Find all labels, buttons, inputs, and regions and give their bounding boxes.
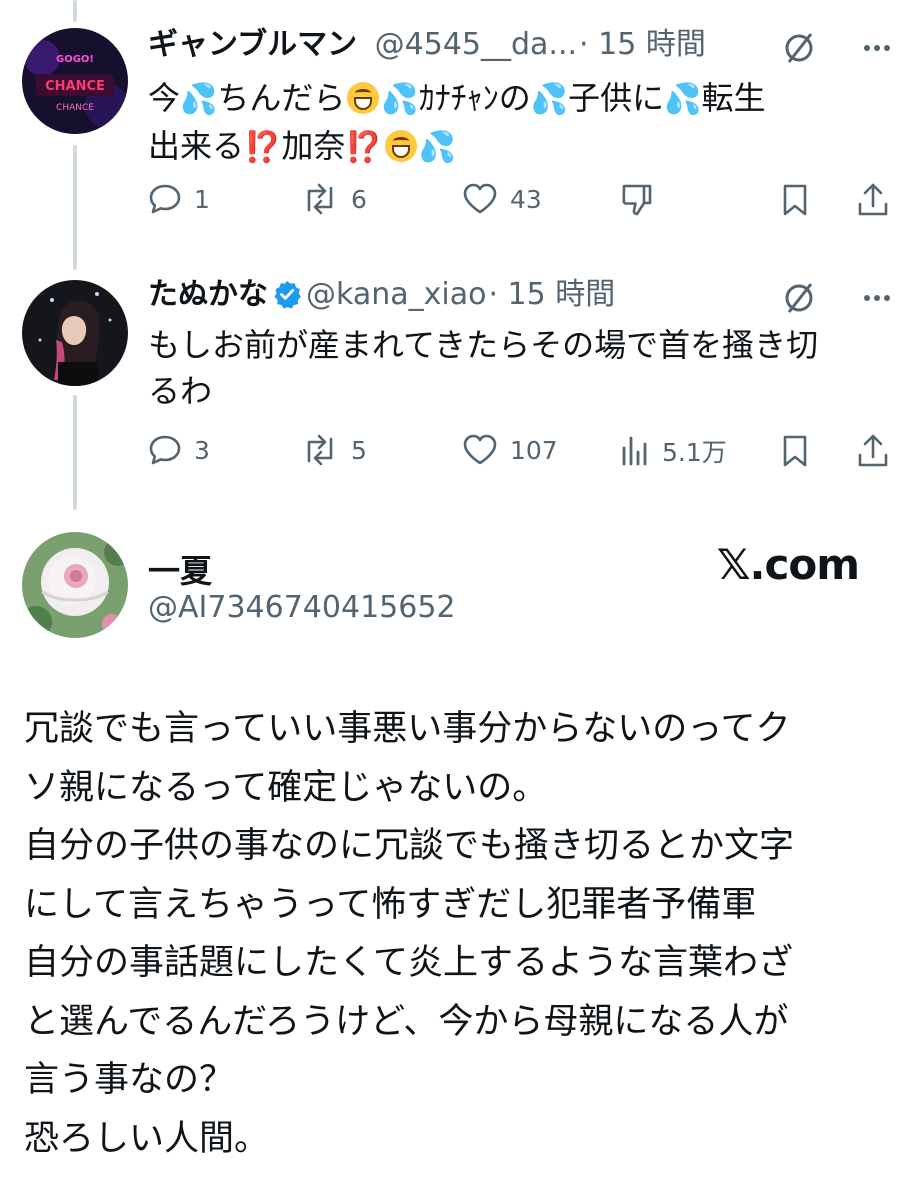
tweet-1[interactable]: GOGO! CHANCE CHANCE ギャンブルマン @4545__da...… [0, 0, 911, 250]
tweet-top-icons [781, 280, 891, 316]
avatar-text-2: CHANCE [45, 79, 105, 94]
share-button[interactable] [856, 182, 890, 218]
text-part: 今 [148, 79, 181, 117]
interrobang-emoji: ⁉️ [345, 130, 383, 165]
grok-icon[interactable] [781, 30, 817, 66]
user-handle[interactable]: @AI7346740415652 [148, 590, 456, 625]
avatar[interactable] [22, 280, 128, 386]
tweet-actions: 3 5 107 5.1万 [148, 433, 893, 477]
avatar-image [22, 532, 128, 638]
timestamp[interactable]: · 15 時間 [579, 27, 706, 62]
like-button[interactable]: 43 [462, 182, 542, 216]
display-name[interactable]: 一夏 [148, 546, 212, 592]
share-icon [858, 183, 888, 216]
tweet-text-line: もしお前が産まれてきたらその場で首を搔き切 [148, 326, 819, 364]
text-part: ちんだら [217, 79, 346, 117]
views-chart-icon [622, 436, 647, 466]
avatar[interactable]: GOGO! CHANCE CHANCE [22, 28, 128, 134]
text-part: 出来る [148, 127, 245, 165]
sweat-emoji: 💦 [664, 82, 702, 117]
like-count: 107 [510, 435, 558, 465]
grinning-sweat-emoji [384, 130, 417, 162]
like-button[interactable]: 107 [462, 433, 558, 467]
heart-icon [463, 434, 497, 465]
sweat-emoji: 💦 [418, 130, 457, 165]
sweat-emoji: 💦 [180, 82, 218, 117]
bookmark-button[interactable] [780, 182, 810, 218]
more-options-icon[interactable] [863, 43, 891, 53]
text-line: 自分の事話題にしたくて炎上するような言葉わざ [24, 943, 793, 983]
text-part: 転生 [701, 79, 766, 117]
downvote-button[interactable] [620, 182, 654, 218]
display-name[interactable]: たぬかな [148, 277, 268, 312]
like-count: 43 [510, 184, 542, 214]
reply-button[interactable]: 3 [148, 433, 210, 467]
text-line: 冗談でも言っていい事悪い事分からないのってク [24, 709, 791, 749]
sweat-emoji: 💦 [530, 82, 569, 117]
verified-badge-icon [274, 281, 301, 309]
text-line: 恐ろしい人間。 [24, 1118, 270, 1159]
bookmark-button[interactable] [780, 433, 810, 469]
text-line: 言う事なの？ [24, 1060, 235, 1100]
repost-button[interactable]: 6 [301, 182, 367, 216]
reply-icon [149, 435, 181, 465]
text-part: 子供に [568, 79, 665, 117]
timestamp[interactable]: · 15 時間 [488, 277, 615, 312]
text-part: 加奈 [281, 127, 346, 165]
repost-icon [307, 434, 333, 466]
avatar-text-3: CHANCE [56, 103, 94, 113]
repost-count: 6 [351, 184, 367, 214]
user-handle[interactable]: @kana_xiao [306, 277, 486, 312]
avatar[interactable] [22, 532, 128, 638]
tweet-text: もしお前が産まれてきたらその場で首を搔き切 るわ [148, 322, 878, 414]
bookmark-icon [783, 184, 807, 216]
sweat-emoji: 💦 [381, 82, 419, 117]
avatar-text-1: GOGO! [56, 54, 94, 65]
text-part: ｶﾅﾁｬﾝの [418, 79, 531, 117]
share-icon [858, 434, 888, 467]
quoted-post-text: 冗談でも言っていい事悪い事分からないのってク ソ親になるって確定じゃないの。 自… [24, 700, 884, 1168]
grok-icon[interactable] [781, 280, 817, 316]
tweet-text: 今💦ちんだら 💦ｶﾅﾁｬﾝの💦子供に💦転生 出来る⁉️加奈⁉️ 💦 [148, 75, 878, 171]
tweet-2[interactable]: たぬかな @kana_xiao· 15 時間 もしお前が産まれてきたらその場で首を… [0, 250, 911, 500]
views-button[interactable]: 5.1万 [620, 433, 727, 469]
x-logo: 𝕏.com [716, 540, 860, 589]
text-line: にして言えちゃうって怖すぎだし犯罪者予備軍 [24, 884, 757, 925]
text-line: 自分の子供の事なのに冗談でも搔き切るとか文字 [24, 826, 795, 866]
reply-button[interactable]: 1 [148, 182, 210, 216]
reply-count: 1 [194, 184, 210, 214]
repost-count: 5 [351, 435, 367, 465]
user-handle[interactable]: @4545__da... [375, 27, 577, 62]
avatar-image [22, 280, 128, 386]
tweet-actions: 1 6 43 [148, 182, 893, 226]
tweet-text-line: るわ [148, 372, 213, 410]
view-count: 5.1万 [662, 438, 727, 467]
reply-count: 3 [194, 435, 210, 465]
display-name[interactable]: ギャンブルマン [148, 27, 357, 62]
heart-icon [463, 183, 497, 214]
bookmark-icon [783, 435, 807, 467]
repost-icon [307, 183, 333, 215]
avatar-image: GOGO! CHANCE CHANCE [22, 28, 128, 134]
repost-button[interactable]: 5 [301, 433, 367, 467]
text-line: ソ親になるって確定じゃないの。 [24, 767, 548, 808]
tweet-header: ギャンブルマン @4545__da...· 15 時間 [148, 25, 706, 65]
more-options-icon[interactable] [863, 293, 891, 303]
thumbs-down-icon [622, 184, 652, 216]
tweet-header: たぬかな @kana_xiao· 15 時間 [148, 275, 615, 315]
interrobang-emoji: ⁉️ [244, 130, 282, 165]
share-button[interactable] [856, 433, 890, 469]
text-line: と選んでるんだろうけど、今から母親になる人が [24, 1001, 789, 1042]
tweet-top-icons [781, 30, 891, 66]
reply-icon [149, 184, 181, 214]
grinning-sweat-emoji [347, 82, 380, 114]
